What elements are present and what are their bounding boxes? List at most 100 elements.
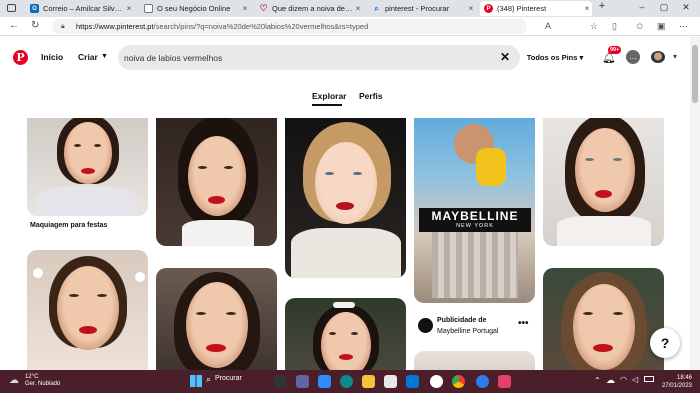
search-icon: ⌕ <box>374 3 379 13</box>
tab-negocio[interactable]: O seu Negócio Online × <box>140 1 250 16</box>
close-icon[interactable]: × <box>582 4 592 13</box>
date: 27/01/2023 <box>661 383 692 389</box>
store-icon[interactable] <box>406 375 419 388</box>
back-arrow-icon[interactable]: ← <box>9 20 19 31</box>
collections-icon[interactable]: ▣ <box>657 21 666 32</box>
lock-icon: 🔒︎ <box>61 23 65 30</box>
url-path: /search/pins/?q=noiva%20de%20labios%20ve… <box>153 22 369 31</box>
cloud-icon[interactable]: ☁ <box>606 375 615 386</box>
time: 18:46 <box>676 375 692 381</box>
minimize-button[interactable]: – <box>632 2 652 12</box>
split-screen-icon[interactable]: ▯ <box>612 21 617 32</box>
ad-logo-text: MAYBELLINE <box>431 209 519 223</box>
teams-chat-icon[interactable] <box>296 375 309 388</box>
nav-create[interactable]: Criar <box>78 52 98 62</box>
pin-image[interactable] <box>27 118 148 216</box>
tab-label: O seu Negócio Online <box>157 4 231 13</box>
close-icon[interactable]: × <box>353 4 363 13</box>
clear-search-icon[interactable]: ✕ <box>500 50 510 64</box>
active-tab-underline <box>312 104 342 106</box>
workspace-icon[interactable] <box>7 4 16 12</box>
tab-label: (348) Pinterest <box>497 4 547 13</box>
clock[interactable]: 18:46 27/01/2023 <box>658 374 692 390</box>
close-icon[interactable]: × <box>466 4 476 13</box>
globe-icon <box>144 4 153 13</box>
taskbar-search[interactable]: Procurar <box>215 375 242 382</box>
pin-image[interactable] <box>156 268 277 370</box>
zoom-icon[interactable] <box>318 375 331 388</box>
help-app-icon[interactable] <box>476 375 489 388</box>
windows-taskbar: ☁ 12°C Ger. Nublado ⌕ Procurar ⌃ ☁ ◠ ◁ 1… <box>0 370 700 393</box>
pin-image[interactable] <box>285 118 406 278</box>
start-icon[interactable] <box>190 375 202 387</box>
chrome-icon[interactable] <box>452 375 465 388</box>
address-toolbar: ← ↻ 🔒︎ https://www.pinterest.pt/search/p… <box>0 17 700 36</box>
app-icon[interactable] <box>384 375 397 388</box>
avatar[interactable] <box>651 51 665 63</box>
scrollbar-thumb[interactable] <box>692 45 698 103</box>
chevron-down-icon[interactable]: ▼ <box>101 53 108 60</box>
edge-icon[interactable] <box>340 375 353 388</box>
tab-correio[interactable]: O Correio – Amilcar Silva – Out × <box>26 1 134 16</box>
search-icon: ⌕ <box>206 374 212 384</box>
pin-image[interactable] <box>414 351 535 370</box>
battery-icon[interactable] <box>644 376 654 382</box>
pin-image[interactable] <box>543 268 664 370</box>
pinterest-header: P Início Criar ▼ ✕ Todos os Pins ▾ 🔔︎ 99… <box>0 37 690 79</box>
weather-condition: Ger. Nublado <box>25 381 61 387</box>
volume-icon[interactable]: ◁ <box>632 375 638 384</box>
window-close-button[interactable]: ✕ <box>676 2 696 13</box>
heart-icon: ♡ <box>259 3 268 13</box>
favorites-icon[interactable]: ✩ <box>636 21 644 32</box>
new-tab-button[interactable]: + <box>592 0 612 12</box>
pinterest-icon: P <box>484 4 493 13</box>
more-menu-icon[interactable]: ⋯ <box>679 21 688 32</box>
help-button[interactable]: ? <box>650 328 680 358</box>
ad-title: Publicidade de <box>437 317 487 324</box>
refresh-icon[interactable]: ↻ <box>31 20 39 31</box>
close-icon[interactable]: × <box>124 4 134 13</box>
url-bar[interactable]: 🔒︎ https://www.pinterest.pt/search/pins/… <box>52 19 527 34</box>
task-view-icon[interactable] <box>274 375 287 388</box>
snipping-tool-icon[interactable] <box>498 375 511 388</box>
weather-icon[interactable]: ☁ <box>9 375 19 386</box>
search-box[interactable]: ✕ <box>118 45 520 70</box>
file-explorer-icon[interactable] <box>362 375 375 388</box>
pinterest-logo[interactable]: P <box>13 50 28 65</box>
more-options-icon[interactable]: ••• <box>518 318 529 329</box>
pin-image[interactable] <box>27 250 148 370</box>
search-scope-dropdown[interactable]: Todos os Pins ▾ <box>522 45 588 70</box>
tray-chevron-icon[interactable]: ⌃ <box>594 376 601 385</box>
chevron-down-icon: ▾ <box>579 53 584 62</box>
search-input[interactable] <box>124 49 484 66</box>
pin-image[interactable] <box>285 298 406 370</box>
favorite-star-icon[interactable]: ☆ <box>590 21 598 32</box>
tab-noiva[interactable]: ♡ Que dizem a noiva de lábios × <box>255 1 363 16</box>
maximize-button[interactable]: ▢ <box>654 2 674 13</box>
close-icon[interactable]: × <box>240 4 250 13</box>
pin-grid: Maquiagem para festas MAYBELLINE NEW YOR… <box>0 118 690 370</box>
messages-icon[interactable]: … <box>626 50 640 64</box>
read-aloud-icon[interactable]: A <box>545 21 551 31</box>
pin-image[interactable] <box>543 118 664 246</box>
tab-profiles[interactable]: Perfis <box>359 91 383 101</box>
tab-label: Correio – Amilcar Silva – Out <box>43 4 124 13</box>
tab-procurar[interactable]: ⌕ pinterest - Procurar × <box>368 1 476 16</box>
ad-logo-subtext: NEW YORK <box>456 223 494 229</box>
account-chevron-icon[interactable]: ▾ <box>673 52 677 61</box>
github-icon[interactable] <box>430 375 443 388</box>
advertiser-avatar[interactable] <box>418 318 433 333</box>
ad-brand[interactable]: Maybelline Portugal <box>437 328 498 335</box>
wifi-icon[interactable]: ◠ <box>620 375 627 384</box>
weather-widget[interactable]: 12°C Ger. Nublado <box>25 374 60 388</box>
tab-label: Que dizem a noiva de lábios <box>272 4 353 13</box>
maybelline-logo: MAYBELLINE NEW YORK <box>419 208 531 232</box>
tab-explore[interactable]: Explorar <box>312 91 347 101</box>
outlook-icon: O <box>30 4 39 13</box>
nav-home[interactable]: Início <box>41 52 63 62</box>
pin-image[interactable] <box>156 118 277 246</box>
url-host: https://www.pinterest.pt <box>76 22 154 31</box>
temperature: 12°C <box>25 374 39 380</box>
tab-pinterest[interactable]: P (348) Pinterest × <box>480 1 592 16</box>
pin-caption[interactable]: Maquiagem para festas <box>30 222 107 229</box>
